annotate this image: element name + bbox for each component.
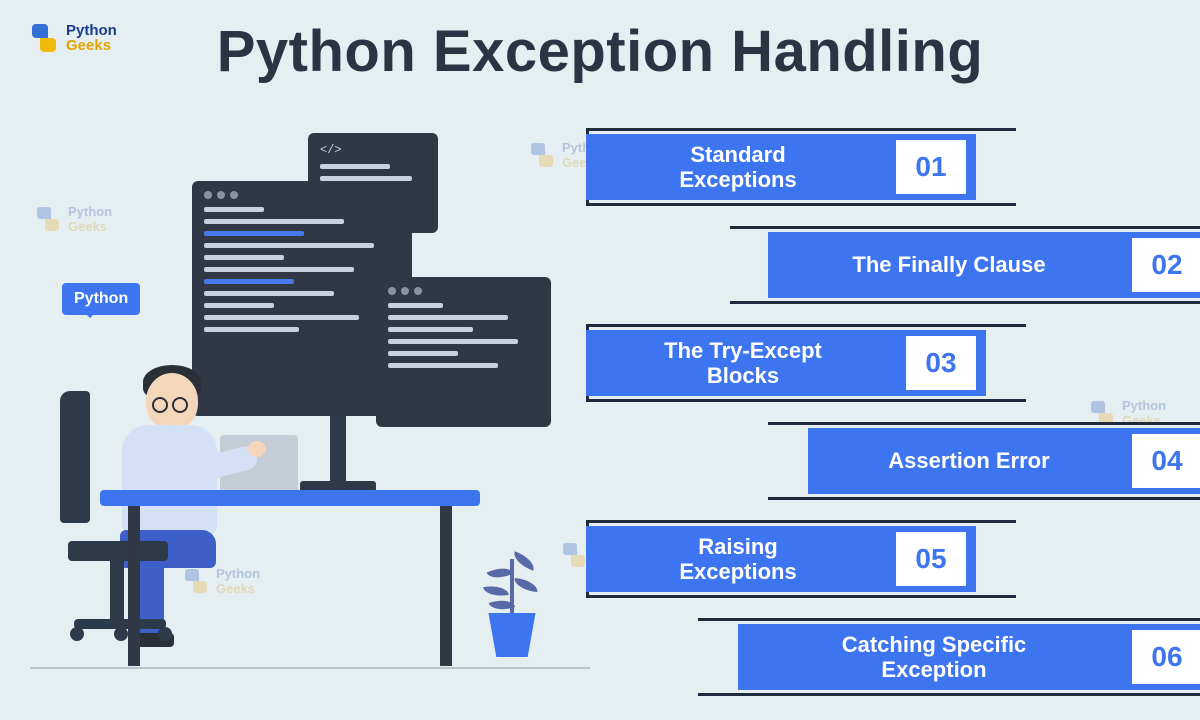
topic-number: 05: [896, 532, 966, 586]
topic-bar: The Finally Clause02: [768, 232, 1200, 298]
topic-bar: Assertion Error04: [808, 428, 1200, 494]
topic-bar: Catching SpecificException06: [738, 624, 1200, 690]
topic-item: The Finally Clause02: [580, 226, 1200, 304]
topic-bar: The Try-ExceptBlocks03: [586, 330, 986, 396]
python-logo-icon: [28, 22, 60, 54]
illustration: </> Python: [30, 155, 550, 695]
brand-line1: Python: [66, 23, 117, 38]
desk: [100, 490, 480, 506]
chair-seat: [68, 541, 168, 561]
page-title: Python Exception Handling: [217, 18, 984, 85]
topic-item: StandardExceptions01: [580, 128, 1200, 206]
topic-number: 06: [1132, 630, 1200, 684]
topic-bar: RaisingExceptions05: [586, 526, 976, 592]
chair-pole: [110, 559, 124, 621]
topic-number: 03: [906, 336, 976, 390]
topic-label: The Finally Clause: [772, 252, 1126, 277]
topic-label: The Try-ExceptBlocks: [586, 338, 900, 389]
topic-number: 01: [896, 140, 966, 194]
topic-item: Catching SpecificException06: [580, 618, 1200, 696]
topic-item: Assertion Error04: [580, 422, 1200, 500]
topic-item: The Try-ExceptBlocks03: [580, 324, 1200, 402]
topic-bar: StandardExceptions01: [586, 134, 976, 200]
plant: [484, 613, 540, 657]
topic-label: RaisingExceptions: [586, 534, 890, 585]
topic-label: Assertion Error: [812, 448, 1126, 473]
code-window-medium: [376, 277, 551, 427]
topic-number: 04: [1132, 434, 1200, 488]
topic-item: RaisingExceptions05: [580, 520, 1200, 598]
topic-label: StandardExceptions: [586, 142, 890, 193]
topic-number: 02: [1132, 238, 1200, 292]
topic-list: StandardExceptions01 The Finally Clause02…: [580, 128, 1200, 716]
floor-line: [30, 667, 590, 669]
brand-line2: Geeks: [66, 38, 117, 53]
python-tooltip: Python: [62, 283, 140, 315]
topic-label: Catching SpecificException: [742, 632, 1126, 683]
brand-logo: Python Geeks: [28, 22, 117, 54]
